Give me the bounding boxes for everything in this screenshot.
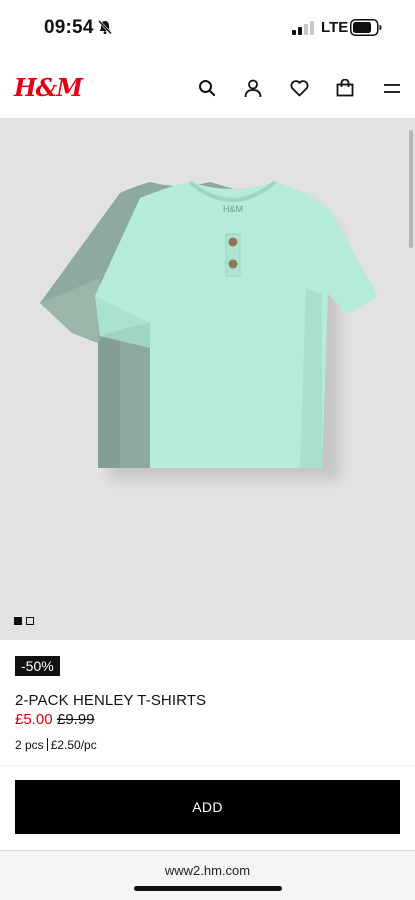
site-header: H&M bbox=[0, 56, 415, 118]
heart-icon[interactable] bbox=[288, 77, 310, 99]
battery-icon bbox=[350, 19, 382, 36]
unit-price: £2.50/pc bbox=[50, 738, 97, 752]
carousel-indicators bbox=[14, 617, 34, 625]
clock: 09:54 bbox=[44, 17, 94, 38]
network-type: LTE bbox=[321, 19, 349, 36]
divider bbox=[0, 765, 415, 766]
carousel-dot-1[interactable] bbox=[14, 617, 22, 625]
signal-icon bbox=[292, 21, 314, 35]
url-text[interactable]: www2.hm.com bbox=[0, 863, 415, 878]
pack-count: 2 pcs bbox=[15, 738, 44, 752]
account-icon[interactable] bbox=[242, 77, 264, 99]
price-per-piece: 2 pcs £2.50/pc bbox=[15, 738, 97, 752]
product-title: 2-PACK HENLEY T-SHIRTS bbox=[15, 692, 207, 709]
tshirt-image: H&M bbox=[40, 180, 378, 480]
svg-text:H&M: H&M bbox=[223, 204, 243, 214]
browser-url-bar[interactable]: www2.hm.com bbox=[0, 850, 415, 900]
add-to-bag-button[interactable]: ADD bbox=[15, 780, 400, 834]
original-price: £9.99 bbox=[57, 711, 95, 728]
status-bar: 09:54 LTE bbox=[0, 0, 415, 56]
discount-badge: -50% bbox=[15, 656, 60, 676]
sale-price: £5.00 bbox=[15, 711, 53, 728]
scrollbar[interactable] bbox=[409, 130, 413, 248]
menu-icon[interactable] bbox=[381, 77, 403, 99]
product-image-carousel[interactable]: H&M bbox=[0, 118, 415, 640]
bag-icon[interactable] bbox=[334, 77, 356, 99]
separator bbox=[46, 738, 48, 751]
bell-slash-icon bbox=[98, 20, 112, 35]
hm-logo[interactable]: H&M bbox=[14, 73, 83, 102]
home-indicator[interactable] bbox=[134, 886, 282, 891]
carousel-dot-2[interactable] bbox=[26, 617, 34, 625]
search-icon[interactable] bbox=[196, 77, 218, 99]
